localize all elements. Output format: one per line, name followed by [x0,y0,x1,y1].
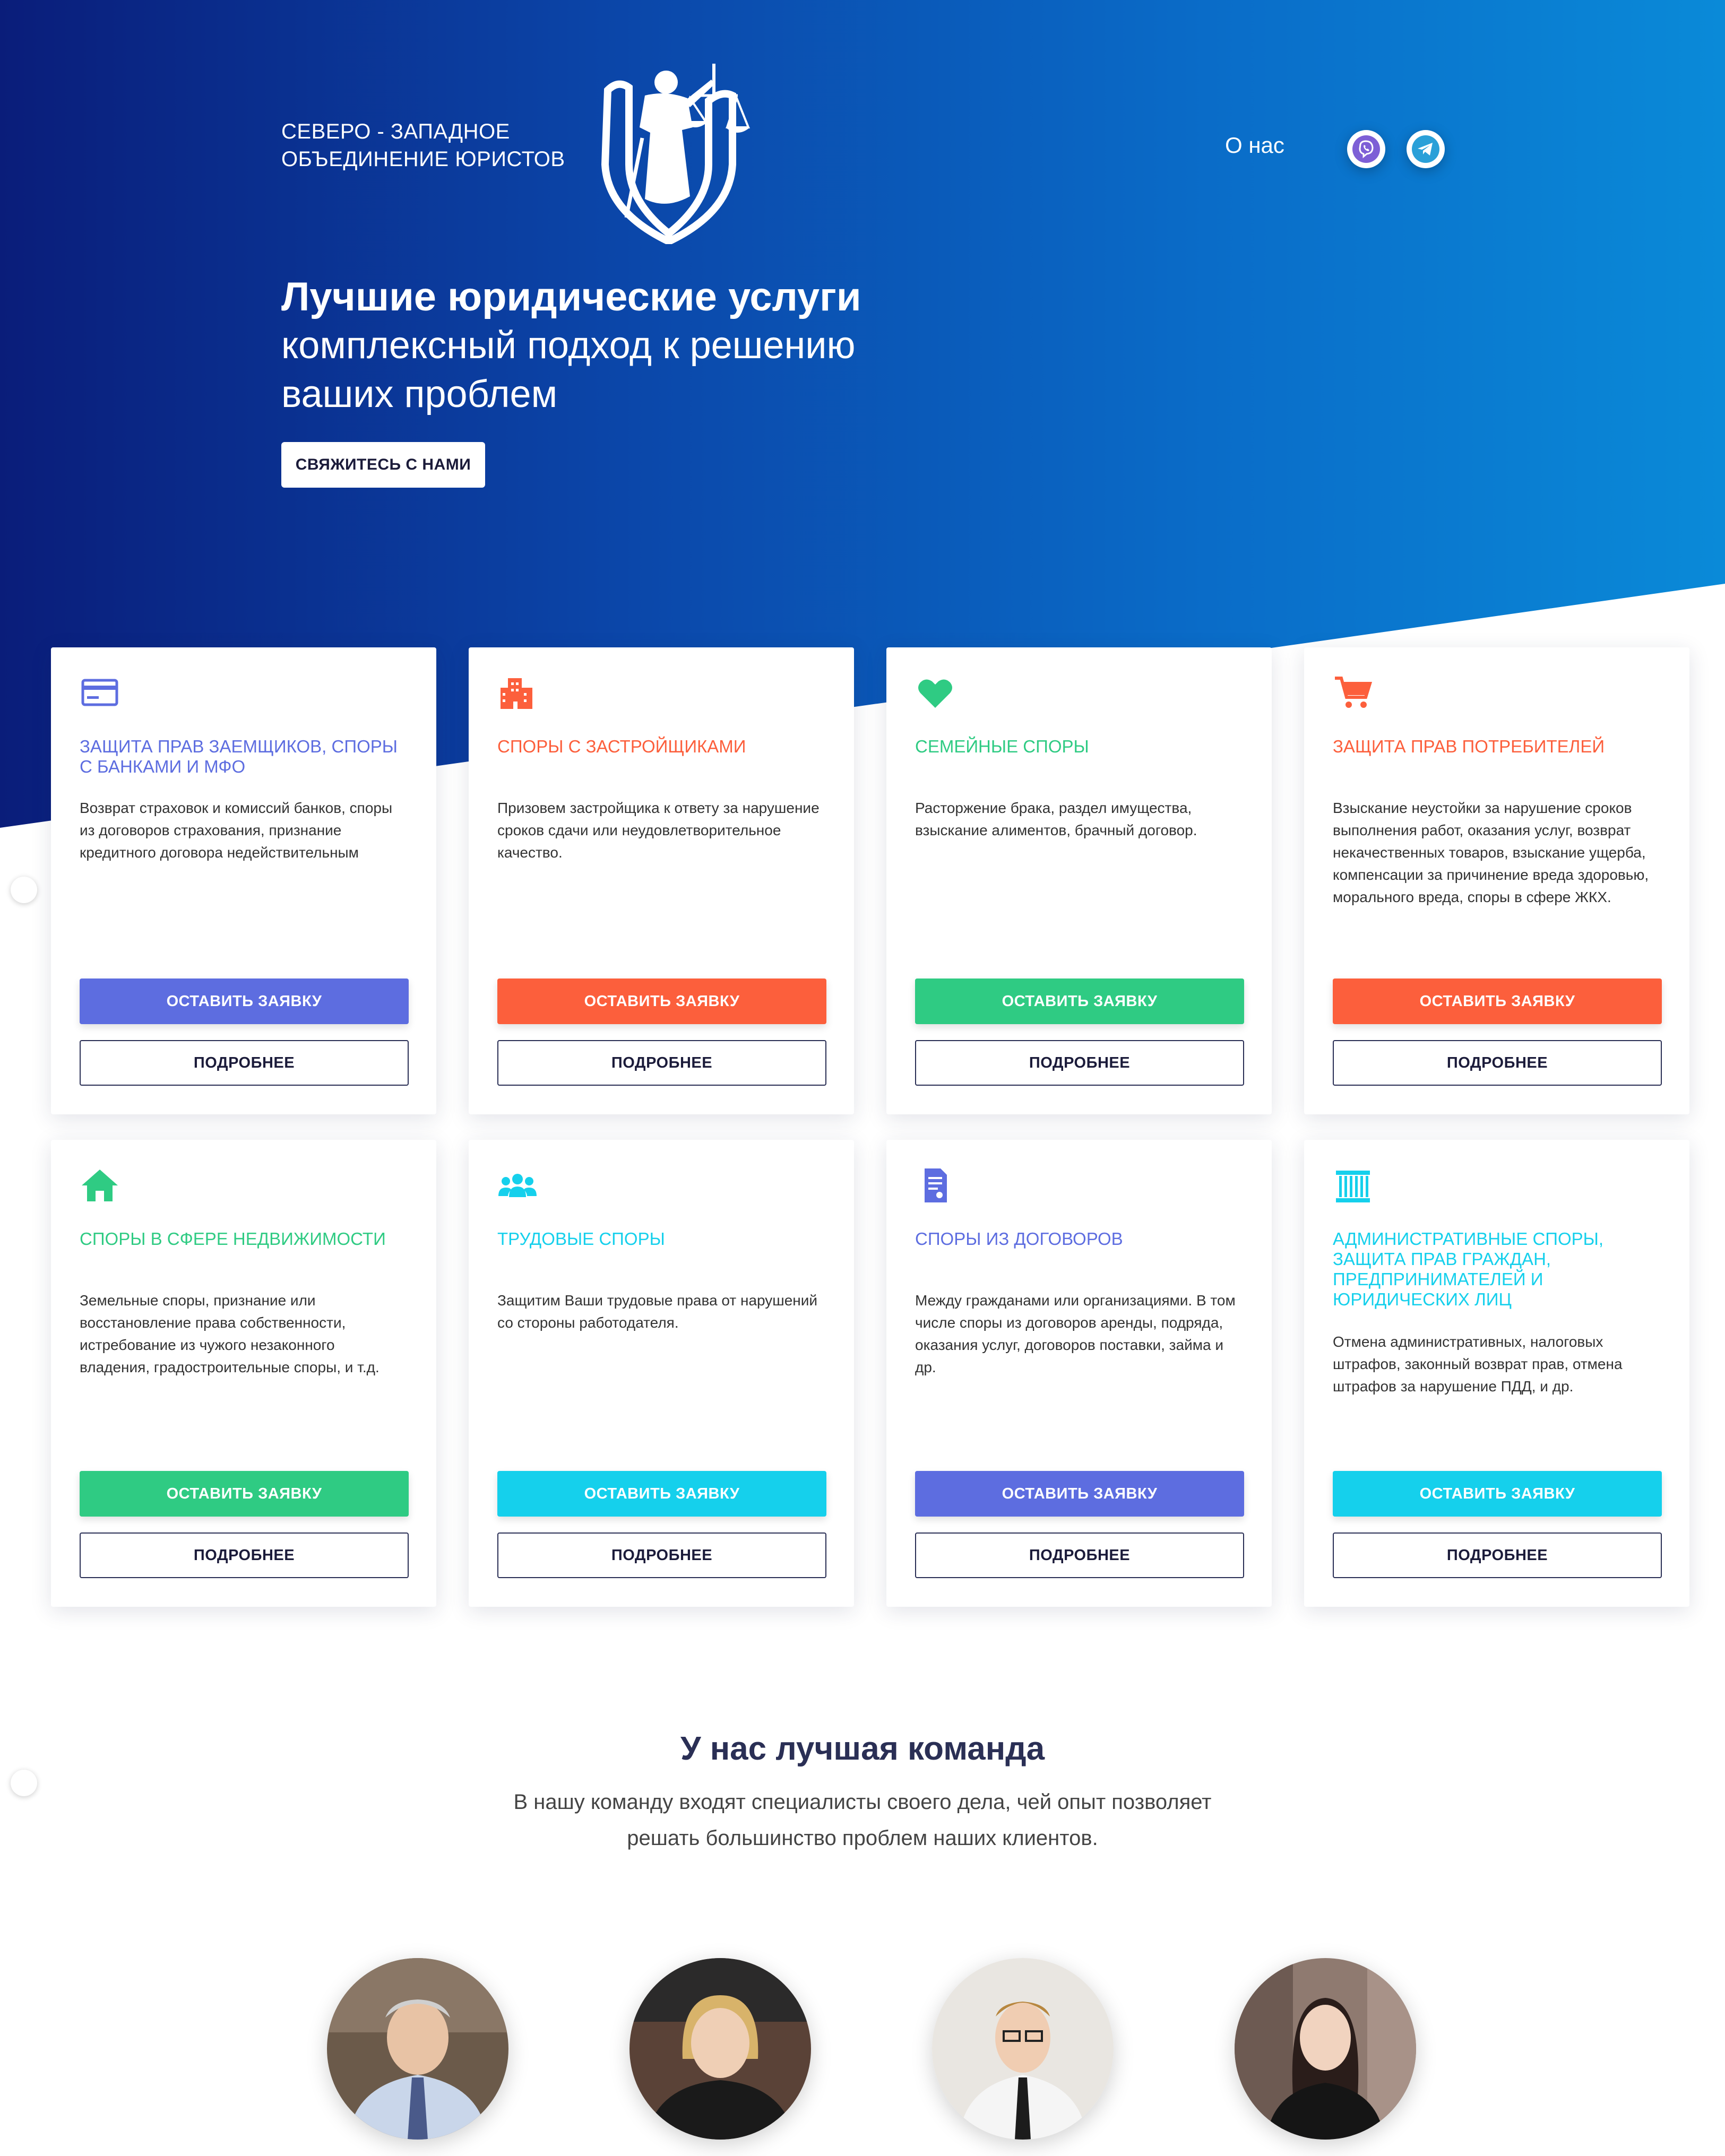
service-title: ЗАЩИТА ПРАВ ЗАЕМЩИКОВ, СПОРЫ С БАНКАМИ И… [80,737,398,776]
courthouse-icon [1336,1171,1370,1202]
leave-request-button[interactable]: ОСТАВИТЬ ЗАЯВКУ [1333,979,1662,1024]
service-title: ЗАЩИТА ПРАВ ПОТРЕБИТЕЛЕЙ [1333,737,1605,756]
service-description: Призовем застройщика к ответу за нарушен… [497,800,820,861]
service-card-family: СЕМЕЙНЫЕ СПОРЫ Расторжение брака, раздел… [886,647,1272,1114]
service-card-developers: СПОРЫ С ЗАСТРОЙЩИКАМИ Призовем застройщи… [469,647,854,1114]
service-description: Расторжение брака, раздел имущества, взы… [915,800,1197,838]
leave-request-button[interactable]: ОСТАВИТЬ ЗАЯВКУ [915,979,1244,1024]
users-group-icon [498,1174,537,1197]
service-card-borrowers: ЗАЩИТА ПРАВ ЗАЕМЩИКОВ, СПОРЫ С БАНКАМИ И… [51,647,436,1114]
team-subtitle: В нашу команду входят специалисты своего… [513,1790,1212,1850]
contact-us-button[interactable]: СВЯЖИТЕСЬ С НАМИ [281,442,485,488]
team-title: У нас лучшая команда [680,1730,1045,1767]
hero-subtitle: комплексный подход к решению ваших пробл… [281,324,856,415]
more-details-button[interactable]: ПОДРОБНЕЕ [80,1532,409,1578]
service-title: СПОРЫ ИЗ ДОГОВОРОВ [915,1229,1123,1249]
service-description: Взыскание неустойки за нарушение сроков … [1333,800,1649,905]
more-details-button[interactable]: ПОДРОБНЕЕ [497,1040,826,1086]
service-description: Отмена административных, налоговых штраф… [1333,1334,1623,1395]
team-member-photo[interactable] [1235,1958,1416,2140]
service-description: Между гражданами или организациями. В то… [915,1292,1236,1375]
more-details-button[interactable]: ПОДРОБНЕЕ [1333,1040,1662,1086]
brand-name[interactable]: СЕВЕРО - ЗАПАДНОЕ ОБЪЕДИНЕНИЕ ЮРИСТОВ [281,118,565,173]
heart-icon [918,679,952,708]
brand-line-1: СЕВЕРО - ЗАПАДНОЕ [281,120,510,143]
leave-request-button[interactable]: ОСТАВИТЬ ЗАЯВКУ [80,1471,409,1517]
side-widget-button[interactable] [11,877,37,903]
service-description: Защитим Ваши трудовые права от нарушений… [497,1292,818,1331]
service-card-contracts: СПОРЫ ИЗ ДОГОВОРОВ Между гражданами или … [886,1140,1272,1607]
leave-request-button[interactable]: ОСТАВИТЬ ЗАЯВКУ [915,1471,1244,1517]
leave-request-button[interactable]: ОСТАВИТЬ ЗАЯВКУ [497,1471,826,1517]
telegram-icon[interactable] [1407,130,1445,168]
service-title: СЕМЕЙНЫЕ СПОРЫ [915,737,1089,756]
hero-title: Лучшие юридические услуги [281,274,861,319]
side-widget-button[interactable] [11,1770,37,1796]
more-details-button[interactable]: ПОДРОБНЕЕ [497,1532,826,1578]
team-member-photo[interactable] [629,1958,811,2140]
service-title: ТРУДОВЫЕ СПОРЫ [497,1229,665,1249]
service-card-administrative: АДМИНИСТРАТИВНЫЕ СПОРЫ, ЗАЩИТА ПРАВ ГРАЖ… [1304,1140,1689,1607]
service-description: Возврат страховок и комиссий банков, спо… [80,800,393,861]
viber-icon[interactable] [1347,130,1385,168]
service-card-consumers: ЗАЩИТА ПРАВ ПОТРЕБИТЕЛЕЙ Взыскание неуст… [1304,647,1689,1114]
credit-card-icon [81,679,118,706]
service-title: СПОРЫ С ЗАСТРОЙЩИКАМИ [497,737,746,756]
building-icon [501,678,532,709]
service-card-real-estate: СПОРЫ В СФЕРЕ НЕДВИЖИМОСТИ Земельные спо… [51,1140,436,1607]
leave-request-button[interactable]: ОСТАВИТЬ ЗАЯВКУ [1333,1471,1662,1517]
more-details-button[interactable]: ПОДРОБНЕЕ [80,1040,409,1086]
team-member-photo[interactable] [932,1958,1114,2140]
leave-request-button[interactable]: ОСТАВИТЬ ЗАЯВКУ [497,979,826,1024]
more-details-button[interactable]: ПОДРОБНЕЕ [915,1532,1244,1578]
team-member-photo[interactable] [327,1958,508,2140]
service-card-labor: ТРУДОВЫЕ СПОРЫ Защитим Ваши трудовые пра… [469,1140,854,1607]
more-details-button[interactable]: ПОДРОБНЕЕ [915,1040,1244,1086]
brand-line-2: ОБЪЕДИНЕНИЕ ЮРИСТОВ [281,148,565,171]
lady-justice-logo-icon[interactable] [586,58,751,244]
nav-about-link[interactable]: О нас [1225,133,1284,158]
contract-document-icon [925,1168,947,1202]
shopping-cart-icon [1335,677,1373,708]
leave-request-button[interactable]: ОСТАВИТЬ ЗАЯВКУ [80,979,409,1024]
service-description: Земельные споры, признание или восстанов… [80,1292,380,1375]
more-details-button[interactable]: ПОДРОБНЕЕ [1333,1532,1662,1578]
service-title: СПОРЫ В СФЕРЕ НЕДВИЖИМОСТИ [80,1229,386,1249]
service-title: АДМИНИСТРАТИВНЫЕ СПОРЫ, ЗАЩИТА ПРАВ ГРАЖ… [1333,1229,1604,1309]
house-icon [82,1170,118,1201]
